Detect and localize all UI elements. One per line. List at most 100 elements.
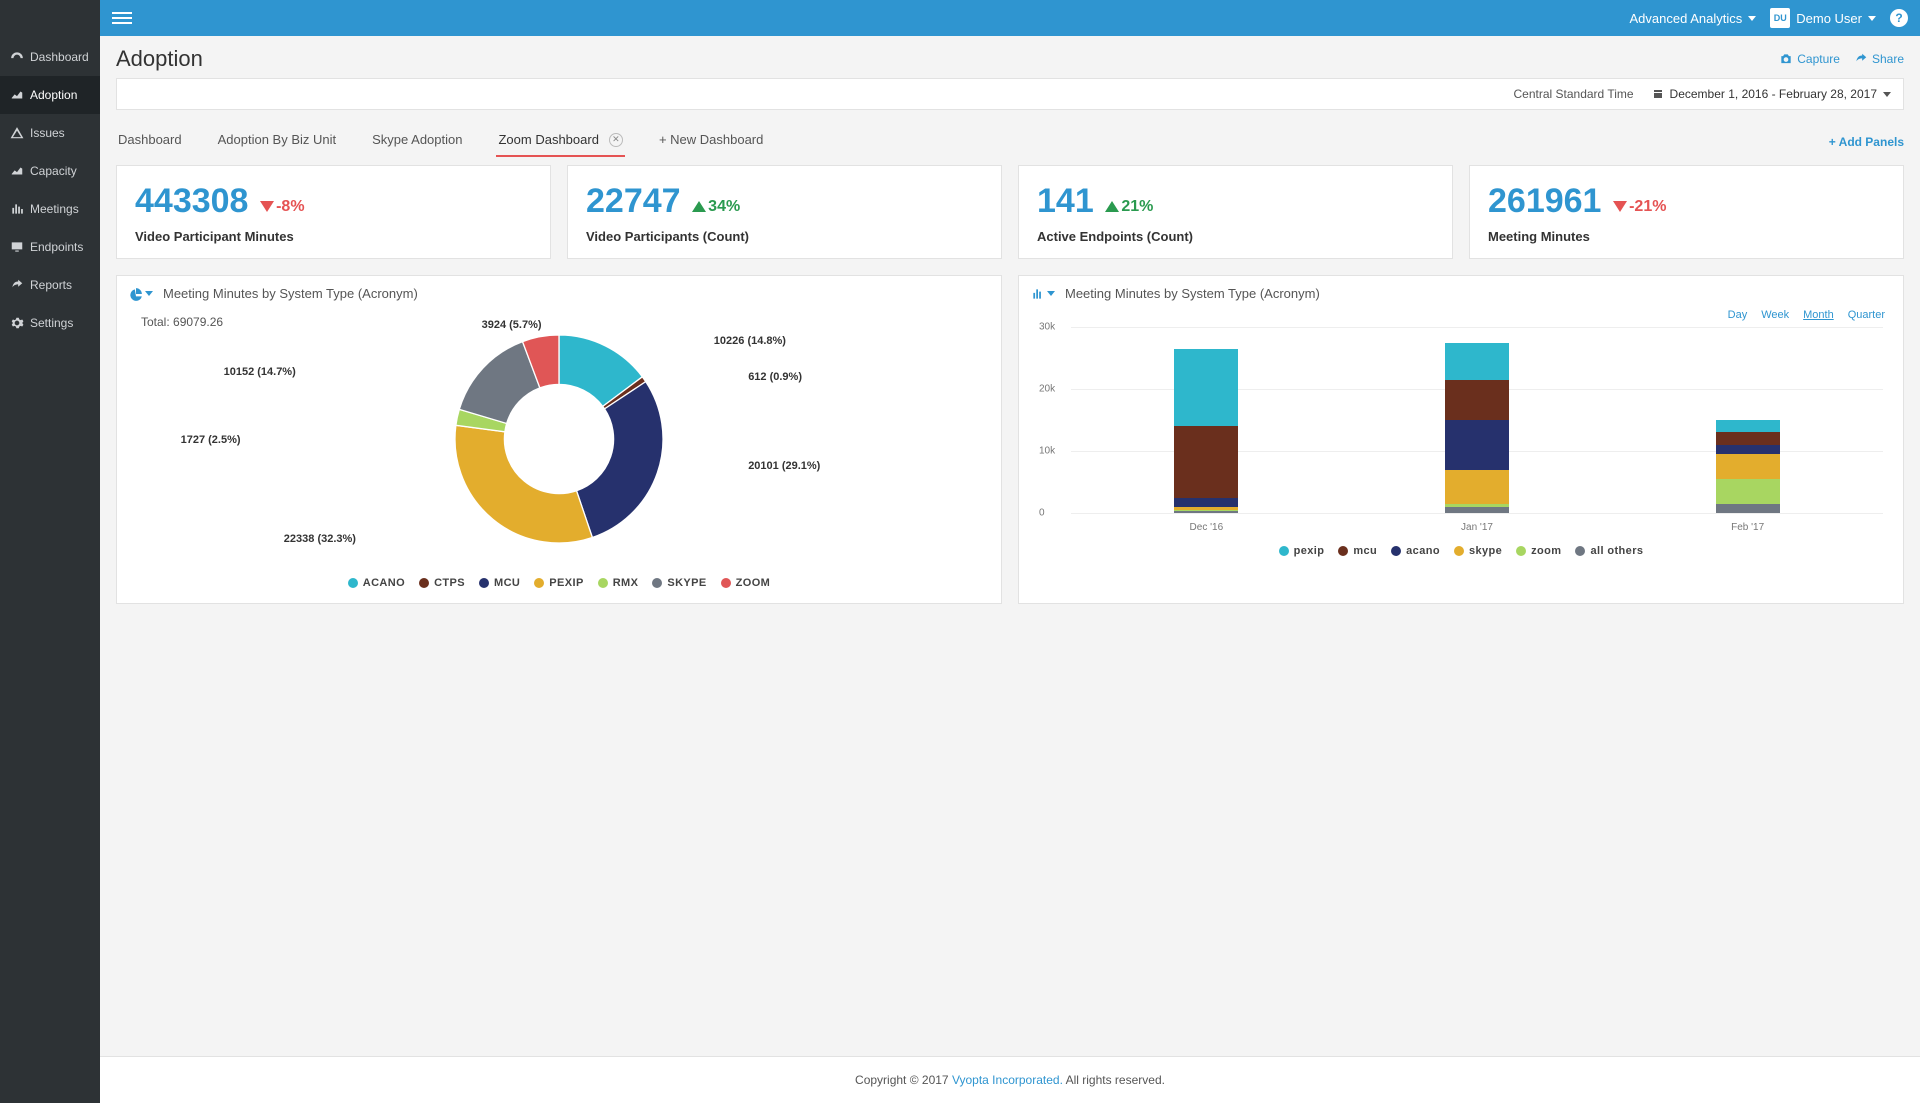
bar-segment bbox=[1174, 349, 1238, 427]
bar-segment bbox=[1716, 420, 1780, 432]
legend-item[interactable]: skype bbox=[1454, 545, 1502, 557]
chart-line-icon bbox=[10, 88, 24, 102]
sidebar-item-reports[interactable]: Reports bbox=[0, 266, 100, 304]
calendar-icon bbox=[1652, 88, 1664, 100]
x-tick: Feb '17 bbox=[1698, 522, 1798, 533]
metric-card[interactable]: 443308 -8% Video Participant Minutes bbox=[116, 165, 551, 259]
date-range-picker[interactable]: December 1, 2016 - February 28, 2017 bbox=[1652, 87, 1891, 101]
close-icon[interactable]: ✕ bbox=[609, 133, 623, 147]
bar-segment bbox=[1174, 426, 1238, 497]
swatch bbox=[652, 578, 662, 588]
bar-stack[interactable] bbox=[1174, 349, 1238, 513]
sidebar-item-adoption[interactable]: Adoption bbox=[0, 76, 100, 114]
share-label: Share bbox=[1872, 52, 1904, 66]
bars-icon bbox=[10, 202, 24, 216]
panel-donut: Meeting Minutes by System Type (Acronym)… bbox=[116, 275, 1002, 604]
bar-legend: pexip mcu acano skype zoom all others bbox=[1031, 545, 1891, 557]
legend-item[interactable]: ZOOM bbox=[721, 577, 771, 589]
granularity-option[interactable]: Day bbox=[1728, 309, 1748, 321]
sidebar-item-label: Endpoints bbox=[30, 240, 83, 254]
swatch bbox=[598, 578, 608, 588]
share-button[interactable]: Share bbox=[1854, 52, 1904, 66]
donut-legend: ACANO CTPS MCU PEXIP RMX SKYPE ZOOM bbox=[129, 577, 989, 589]
legend-item[interactable]: zoom bbox=[1516, 545, 1561, 557]
sidebar-item-label: Reports bbox=[30, 278, 72, 292]
sidebar-item-label: Dashboard bbox=[30, 50, 89, 64]
bar-stack[interactable] bbox=[1445, 343, 1509, 513]
main: Advanced Analytics DU Demo User ? Adopti… bbox=[100, 0, 1920, 1103]
swatch bbox=[1516, 546, 1526, 556]
sidebar-item-dashboard[interactable]: Dashboard bbox=[0, 38, 100, 76]
bar-segment bbox=[1716, 504, 1780, 513]
slice-label: 1727 (2.5%) bbox=[181, 434, 241, 446]
tab-adoption-biz[interactable]: Adoption By Biz Unit bbox=[216, 126, 339, 157]
legend-item[interactable]: all others bbox=[1575, 545, 1643, 557]
slice-label: 612 (0.9%) bbox=[748, 371, 802, 383]
pie-icon[interactable] bbox=[129, 287, 153, 301]
legend-item[interactable]: SKYPE bbox=[652, 577, 706, 589]
granularity-picker: Day Week Month Quarter bbox=[1037, 309, 1885, 321]
sidebar-item-capacity[interactable]: Capacity bbox=[0, 152, 100, 190]
filter-bar: Central Standard Time December 1, 2016 -… bbox=[116, 78, 1904, 110]
metric-card[interactable]: 261961 -21% Meeting Minutes bbox=[1469, 165, 1904, 259]
bar-segment bbox=[1445, 420, 1509, 470]
share-icon bbox=[1854, 52, 1868, 66]
chevron-down-icon bbox=[145, 291, 153, 296]
legend-item[interactable]: pexip bbox=[1279, 545, 1325, 557]
tab-dashboard[interactable]: Dashboard bbox=[116, 126, 184, 157]
swatch bbox=[534, 578, 544, 588]
swatch bbox=[1454, 546, 1464, 556]
tab-new[interactable]: + New Dashboard bbox=[657, 126, 765, 157]
sidebar-item-meetings[interactable]: Meetings bbox=[0, 190, 100, 228]
legend-item[interactable]: CTPS bbox=[419, 577, 465, 589]
capture-button[interactable]: Capture bbox=[1779, 52, 1840, 66]
tab-zoom[interactable]: Zoom Dashboard ✕ bbox=[496, 126, 624, 157]
legend-item[interactable]: MCU bbox=[479, 577, 520, 589]
sidebar-item-settings[interactable]: Settings bbox=[0, 304, 100, 342]
sidebar-item-endpoints[interactable]: Endpoints bbox=[0, 228, 100, 266]
footer-company-link[interactable]: Vyopta Incorporated. bbox=[952, 1073, 1063, 1087]
legend-item[interactable]: PEXIP bbox=[534, 577, 583, 589]
donut-chart: Total: 69079.26 10226 (14.8%)612 (0.9%)2… bbox=[129, 309, 989, 569]
legend-item[interactable]: mcu bbox=[1338, 545, 1377, 557]
granularity-option[interactable]: Month bbox=[1803, 309, 1834, 321]
sidebar-item-label: Settings bbox=[30, 316, 73, 330]
metric-card[interactable]: 22747 34% Video Participants (Count) bbox=[567, 165, 1002, 259]
user-dropdown[interactable]: DU Demo User bbox=[1770, 8, 1876, 28]
legend-item[interactable]: acano bbox=[1391, 545, 1440, 557]
sidebar-item-label: Meetings bbox=[30, 202, 79, 216]
panel-title: Meeting Minutes by System Type (Acronym) bbox=[163, 286, 418, 301]
slice-label: 10152 (14.7%) bbox=[224, 366, 296, 378]
chevron-down-icon bbox=[1868, 16, 1876, 21]
gauge-icon bbox=[10, 50, 24, 64]
warning-icon bbox=[10, 126, 24, 140]
granularity-option[interactable]: Quarter bbox=[1848, 309, 1885, 321]
slice-label: 3924 (5.7%) bbox=[482, 319, 542, 331]
swatch bbox=[1338, 546, 1348, 556]
arrow-down-icon bbox=[260, 201, 274, 212]
bar-stack[interactable] bbox=[1716, 420, 1780, 513]
bar-segment bbox=[1445, 343, 1509, 380]
legend-item[interactable]: RMX bbox=[598, 577, 639, 589]
share-icon bbox=[10, 278, 24, 292]
product-dropdown[interactable]: Advanced Analytics bbox=[1630, 11, 1757, 26]
bar-segment bbox=[1445, 507, 1509, 513]
chart-line-icon bbox=[10, 164, 24, 178]
sidebar-item-issues[interactable]: Issues bbox=[0, 114, 100, 152]
bar-icon[interactable] bbox=[1031, 287, 1055, 301]
help-icon[interactable]: ? bbox=[1890, 9, 1908, 27]
sidebar-item-label: Issues bbox=[30, 126, 65, 140]
x-tick: Dec '16 bbox=[1156, 522, 1256, 533]
tab-skype[interactable]: Skype Adoption bbox=[370, 126, 464, 157]
granularity-option[interactable]: Week bbox=[1761, 309, 1789, 321]
bar-segment bbox=[1716, 432, 1780, 444]
legend-item[interactable]: ACANO bbox=[348, 577, 405, 589]
trend: -8% bbox=[260, 198, 304, 216]
metric-card[interactable]: 141 21% Active Endpoints (Count) bbox=[1018, 165, 1453, 259]
add-panels-button[interactable]: + Add Panels bbox=[1829, 135, 1904, 149]
arrow-down-icon bbox=[1613, 201, 1627, 212]
menu-toggle[interactable] bbox=[112, 8, 132, 28]
y-tick: 30k bbox=[1039, 322, 1055, 333]
sidebar-item-label: Adoption bbox=[30, 88, 77, 102]
footer: Copyright © 2017 Vyopta Incorporated. Al… bbox=[100, 1056, 1920, 1103]
